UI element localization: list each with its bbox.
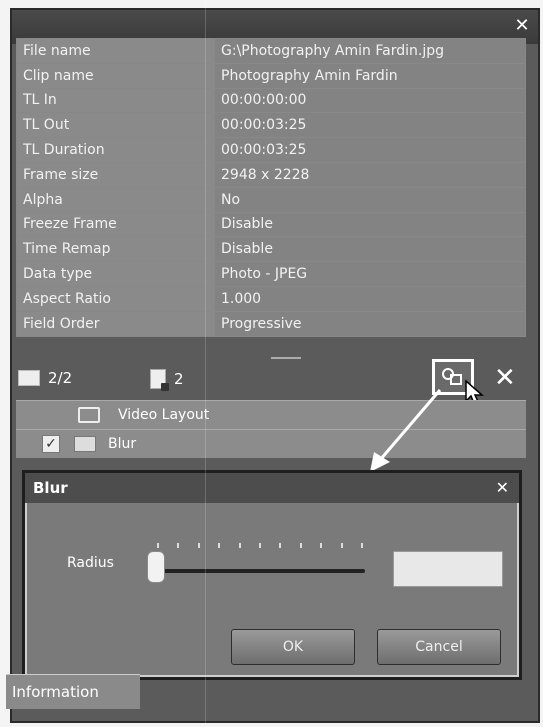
scan-line bbox=[205, 0, 206, 727]
property-value: Progressive bbox=[214, 310, 526, 337]
property-row[interactable]: Clip name Photography Amin Fardin bbox=[16, 62, 526, 89]
clip-properties-table: File name G:\Photography Amin Fardin.jpg C… bbox=[16, 38, 526, 337]
property-row[interactable]: Data type Photo - JPEG bbox=[16, 261, 526, 287]
property-value: Disable bbox=[214, 236, 526, 263]
radius-slider-thumb[interactable] bbox=[147, 551, 165, 583]
blur-effect-icon bbox=[74, 436, 96, 452]
blur-dialog: Blur ✕ Radius OK Cancel bbox=[22, 470, 522, 680]
property-value: 1.000 bbox=[214, 285, 526, 312]
layer-counter: 2 bbox=[150, 369, 184, 391]
property-key: Alpha bbox=[16, 186, 215, 213]
property-key: File name bbox=[16, 38, 215, 64]
ok-button[interactable]: OK bbox=[231, 629, 355, 665]
radius-label: Radius bbox=[67, 555, 114, 571]
callout-arrow-icon bbox=[370, 389, 442, 472]
property-value: G:\Photography Amin Fardin.jpg bbox=[214, 38, 526, 64]
property-value: Photo - JPEG bbox=[214, 261, 526, 287]
property-row[interactable]: TL In 00:00:00:00 bbox=[16, 87, 526, 114]
blur-label: Blur bbox=[108, 436, 137, 452]
property-key: TL Out bbox=[16, 112, 215, 139]
property-value: 2948 x 2228 bbox=[214, 161, 526, 188]
property-key: TL Duration bbox=[16, 137, 215, 163]
property-key: Time Remap bbox=[16, 236, 215, 263]
property-row[interactable]: TL Out 00:00:03:25 bbox=[16, 112, 526, 139]
layer-doc-icon bbox=[150, 369, 169, 391]
property-value: Photography Amin Fardin bbox=[214, 62, 526, 89]
property-row[interactable]: Alpha No bbox=[16, 186, 526, 213]
window-close-button[interactable]: ✕ bbox=[510, 14, 534, 38]
property-key: Clip name bbox=[16, 62, 215, 89]
property-value: 00:00:00:00 bbox=[214, 87, 526, 114]
video-layout-icon bbox=[78, 407, 100, 423]
property-row[interactable]: Freeze Frame Disable bbox=[16, 211, 526, 238]
property-key: Frame size bbox=[16, 161, 215, 188]
slider-ticks bbox=[157, 543, 363, 549]
property-row[interactable]: Field Order Progressive bbox=[16, 310, 526, 337]
page-count-label: 2/2 bbox=[48, 369, 73, 387]
property-key: Field Order bbox=[16, 310, 215, 337]
property-row[interactable]: Time Remap Disable bbox=[16, 236, 526, 263]
radius-value-field[interactable] bbox=[393, 551, 503, 587]
property-key: Freeze Frame bbox=[16, 211, 215, 238]
video-layout-label: Video Layout bbox=[118, 407, 210, 423]
tab-information[interactable]: Information bbox=[6, 674, 140, 709]
blur-enable-checkbox[interactable]: ✓ bbox=[42, 435, 60, 453]
layer-count-label: 2 bbox=[174, 370, 184, 388]
property-key: TL In bbox=[16, 87, 215, 114]
splitter-grip[interactable] bbox=[271, 357, 301, 363]
remove-effect-button[interactable]: ✕ bbox=[494, 363, 516, 393]
page-counter: 2/2 bbox=[18, 369, 72, 387]
property-row[interactable]: TL Duration 00:00:03:25 bbox=[16, 137, 526, 163]
radius-slider-track[interactable] bbox=[155, 569, 365, 573]
property-value: No bbox=[214, 186, 526, 213]
property-row[interactable]: Aspect Ratio 1.000 bbox=[16, 285, 526, 312]
page-icon bbox=[18, 370, 40, 386]
dialog-close-button[interactable]: ✕ bbox=[496, 473, 509, 503]
dialog-title: Blur bbox=[33, 479, 68, 497]
property-key: Data type bbox=[16, 261, 215, 287]
property-value: Disable bbox=[214, 211, 526, 238]
cancel-button[interactable]: Cancel bbox=[377, 629, 501, 665]
property-row[interactable]: File name G:\Photography Amin Fardin.jpg bbox=[16, 38, 526, 64]
dialog-title-bar[interactable]: Blur ✕ bbox=[25, 473, 519, 503]
property-row[interactable]: Frame size 2948 x 2228 bbox=[16, 161, 526, 188]
property-value: 00:00:03:25 bbox=[214, 112, 526, 139]
property-value: 00:00:03:25 bbox=[214, 137, 526, 163]
property-key: Aspect Ratio bbox=[16, 285, 215, 312]
